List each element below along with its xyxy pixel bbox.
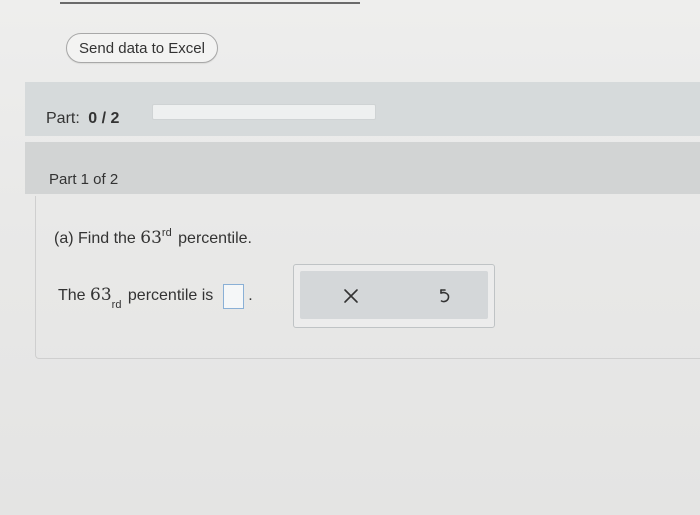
action-panel: [293, 264, 495, 328]
step-header: Part 1 of 2: [25, 142, 700, 194]
part-score-label: Part: 0 / 2: [46, 110, 119, 128]
answer-suffix: percentile is: [127, 287, 214, 304]
part-score: 0 / 2: [88, 110, 120, 127]
question-ordinal: rd: [161, 227, 172, 239]
close-icon[interactable]: [336, 281, 366, 311]
undo-icon[interactable]: [429, 281, 459, 311]
question-number: 63: [140, 228, 162, 248]
answer-input[interactable]: [223, 284, 245, 309]
step-label: Part 1 of 2: [49, 171, 119, 188]
question-text: (a) Find the 63rd percentile.: [54, 227, 252, 249]
answer-number: 63: [90, 285, 112, 305]
table-bottom-border: [60, 0, 360, 4]
answer-prefix: The: [58, 287, 86, 304]
part-progress-bar: [152, 104, 376, 120]
question-suffix: percentile.: [178, 230, 252, 247]
action-panel-inner: [300, 271, 488, 319]
part-header: Part: 0 / 2: [25, 82, 700, 136]
question-prefix: (a) Find the: [54, 230, 136, 247]
answer-period: .: [248, 287, 253, 304]
part-label-text: Part:: [46, 110, 80, 127]
send-to-excel-button[interactable]: Send data to Excel: [66, 33, 218, 63]
answer-line: The 63rd percentile is .: [58, 284, 253, 311]
